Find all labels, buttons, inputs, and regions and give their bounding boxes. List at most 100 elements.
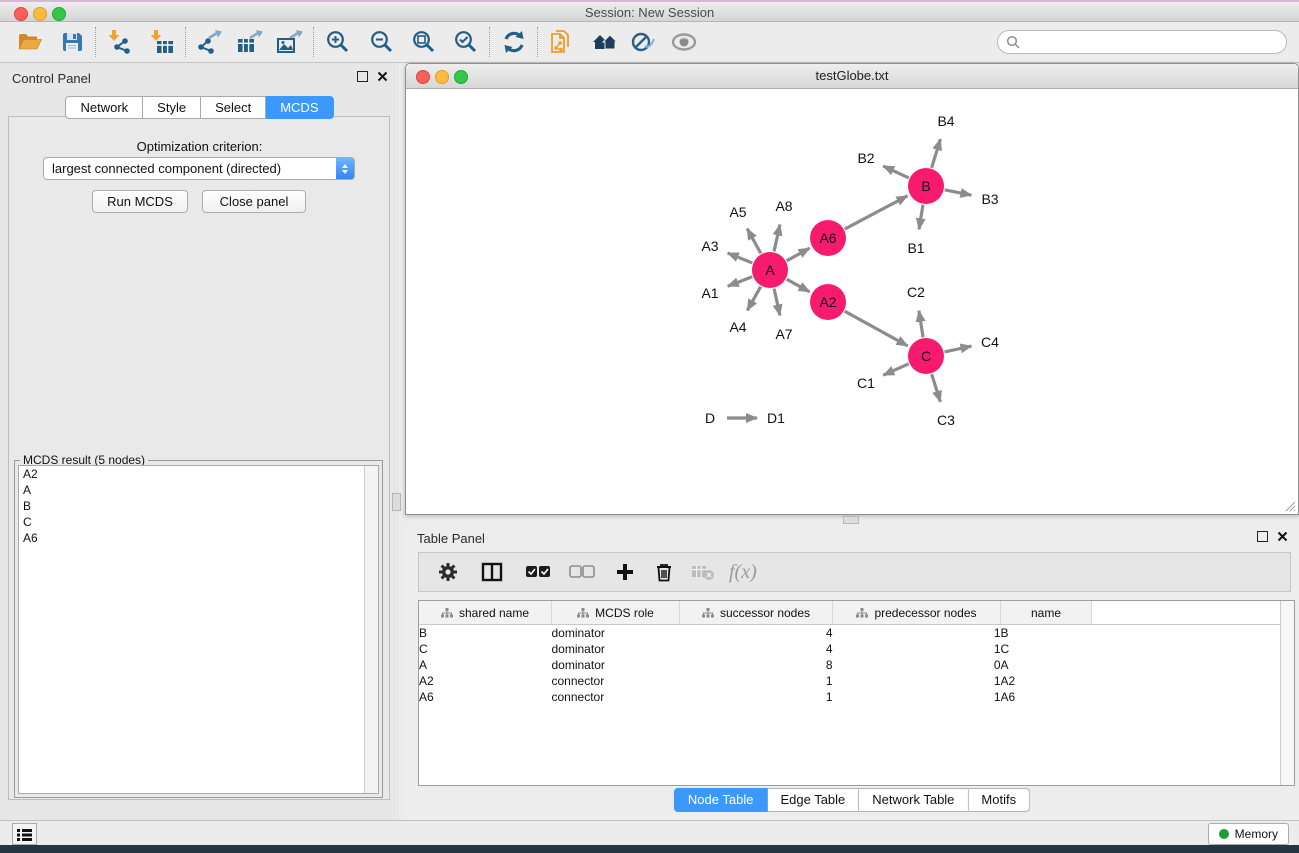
edge-A6-B[interactable] — [845, 196, 908, 229]
import-network-icon[interactable] — [106, 28, 134, 56]
open-network-file-icon[interactable] — [548, 28, 576, 56]
node-D[interactable]: D — [694, 402, 726, 434]
open-file-icon[interactable] — [16, 28, 44, 56]
node-A2[interactable]: A2 — [810, 284, 846, 320]
search-input[interactable] — [997, 30, 1287, 54]
tab-node-table[interactable]: Node Table — [674, 788, 768, 812]
network-window-titlebar[interactable]: testGlobe.txt — [406, 64, 1298, 89]
table-row[interactable]: Bdominator41B — [419, 625, 1294, 642]
node-B[interactable]: B — [908, 168, 944, 204]
run-mcds-button[interactable]: Run MCDS — [92, 190, 188, 213]
edge-A-A4[interactable] — [747, 287, 760, 311]
node-B4[interactable]: B4 — [930, 105, 962, 137]
edge-A2-C[interactable] — [845, 311, 908, 346]
node-C2[interactable]: C2 — [900, 276, 932, 308]
node-A[interactable]: A — [752, 252, 788, 288]
edge-B-B3[interactable] — [945, 190, 972, 195]
node-A8[interactable]: A8 — [768, 190, 800, 222]
zoom-out-icon[interactable] — [368, 28, 396, 56]
edge-A-A3[interactable] — [728, 253, 753, 263]
show-graphics-details-icon[interactable] — [670, 28, 698, 56]
mcds-result-item[interactable]: A6 — [19, 530, 378, 546]
zoom-in-icon[interactable] — [324, 28, 352, 56]
column-header-name[interactable]: name — [1001, 601, 1092, 625]
column-header-shared-name[interactable]: shared name — [419, 601, 552, 625]
tab-style[interactable]: Style — [143, 96, 201, 119]
mcds-result-item[interactable]: C — [19, 514, 378, 530]
edge-A-A8[interactable] — [774, 225, 780, 252]
zoom-selected-icon[interactable] — [452, 28, 480, 56]
memory-button[interactable]: Memory — [1208, 823, 1289, 845]
edge-C-C3[interactable] — [932, 374, 941, 402]
mcds-result-item[interactable]: A — [19, 482, 378, 498]
column-visibility-icon[interactable] — [481, 562, 503, 582]
horizontal-splitter-handle[interactable] — [843, 516, 859, 524]
node-A3[interactable]: A3 — [694, 230, 726, 262]
edge-A-A2[interactable] — [787, 279, 810, 292]
mcds-list-scrollbar[interactable] — [364, 466, 378, 793]
window-resize-gripper[interactable] — [1284, 500, 1296, 512]
vertical-splitter-handle[interactable] — [392, 493, 401, 511]
tab-motifs[interactable]: Motifs — [968, 788, 1030, 812]
node-C[interactable]: C — [908, 338, 944, 374]
zoom-fit-icon[interactable] — [410, 28, 438, 56]
close-panel-icon[interactable] — [377, 71, 388, 82]
refresh-icon[interactable] — [500, 28, 528, 56]
node-A6[interactable]: A6 — [810, 220, 846, 256]
add-column-icon[interactable] — [615, 562, 635, 582]
node-B3[interactable]: B3 — [974, 183, 1006, 215]
tab-mcds[interactable]: MCDS — [266, 96, 333, 119]
tab-select[interactable]: Select — [201, 96, 266, 119]
table-scrollbar[interactable] — [1280, 601, 1294, 785]
float-panel-icon[interactable] — [357, 71, 368, 82]
node-B1[interactable]: B1 — [900, 232, 932, 264]
task-history-button[interactable] — [12, 823, 37, 845]
tab-network[interactable]: Network — [65, 96, 143, 119]
edge-C-C4[interactable] — [945, 346, 972, 352]
select-all-check-icon[interactable] — [525, 565, 551, 579]
deselect-all-icon[interactable] — [569, 565, 595, 579]
table-row[interactable]: Adominator80A — [419, 657, 1294, 673]
mcds-result-item[interactable]: A2 — [19, 466, 378, 482]
mcds-result-list[interactable]: A2ABCA6 — [18, 465, 379, 794]
node-A5[interactable]: A5 — [722, 196, 754, 228]
optimization-criterion-select[interactable]: largest connected component (directed) — [43, 157, 355, 180]
hide-graphics-details-icon[interactable] — [630, 28, 658, 56]
close-panel-icon[interactable] — [1277, 531, 1288, 542]
table-row[interactable]: A6connector11A6 — [419, 689, 1294, 705]
home-layout-icon[interactable] — [590, 28, 618, 56]
edge-B-B2[interactable] — [883, 166, 909, 178]
network-graph-canvas[interactable]: B4B2BB3A8A5A6A3B1AA1C2A2A4A7C4CC1C3DD1 — [406, 89, 1298, 514]
node-C4[interactable]: C4 — [974, 326, 1006, 358]
column-header-MCDS-role[interactable]: MCDS role — [552, 601, 680, 625]
edge-A-A1[interactable] — [728, 277, 753, 286]
save-session-icon[interactable] — [58, 28, 86, 56]
mcds-result-item[interactable]: B — [19, 498, 378, 514]
column-header-successor-nodes[interactable]: successor nodes — [680, 601, 833, 625]
close-panel-button[interactable]: Close panel — [202, 190, 306, 213]
node-D1[interactable]: D1 — [760, 402, 792, 434]
table-row[interactable]: A2connector11A2 — [419, 673, 1294, 689]
export-table-icon[interactable] — [236, 28, 264, 56]
edge-B-B1[interactable] — [919, 205, 923, 229]
node-B2[interactable]: B2 — [850, 142, 882, 174]
node-A7[interactable]: A7 — [768, 318, 800, 350]
float-panel-icon[interactable] — [1257, 531, 1268, 542]
edge-A-A5[interactable] — [747, 229, 761, 254]
node-A1[interactable]: A1 — [694, 277, 726, 309]
export-network-icon[interactable] — [196, 28, 224, 56]
node-C1[interactable]: C1 — [850, 367, 882, 399]
edge-B-B4[interactable] — [932, 139, 941, 168]
table-settings-gear-icon[interactable] — [437, 561, 459, 583]
edge-A-A7[interactable] — [774, 289, 780, 316]
table-row[interactable]: Cdominator41C — [419, 641, 1294, 657]
import-table-icon[interactable] — [148, 28, 176, 56]
tab-edge-table[interactable]: Edge Table — [767, 788, 859, 812]
edge-C-C1[interactable] — [883, 364, 908, 375]
export-image-icon[interactable] — [276, 28, 304, 56]
column-header-predecessor-nodes[interactable]: predecessor nodes — [833, 601, 1001, 625]
edge-C-C2[interactable] — [919, 311, 923, 337]
node-C3[interactable]: C3 — [930, 404, 962, 436]
delete-column-trash-icon[interactable] — [655, 562, 673, 582]
tab-network-table[interactable]: Network Table — [859, 788, 968, 812]
